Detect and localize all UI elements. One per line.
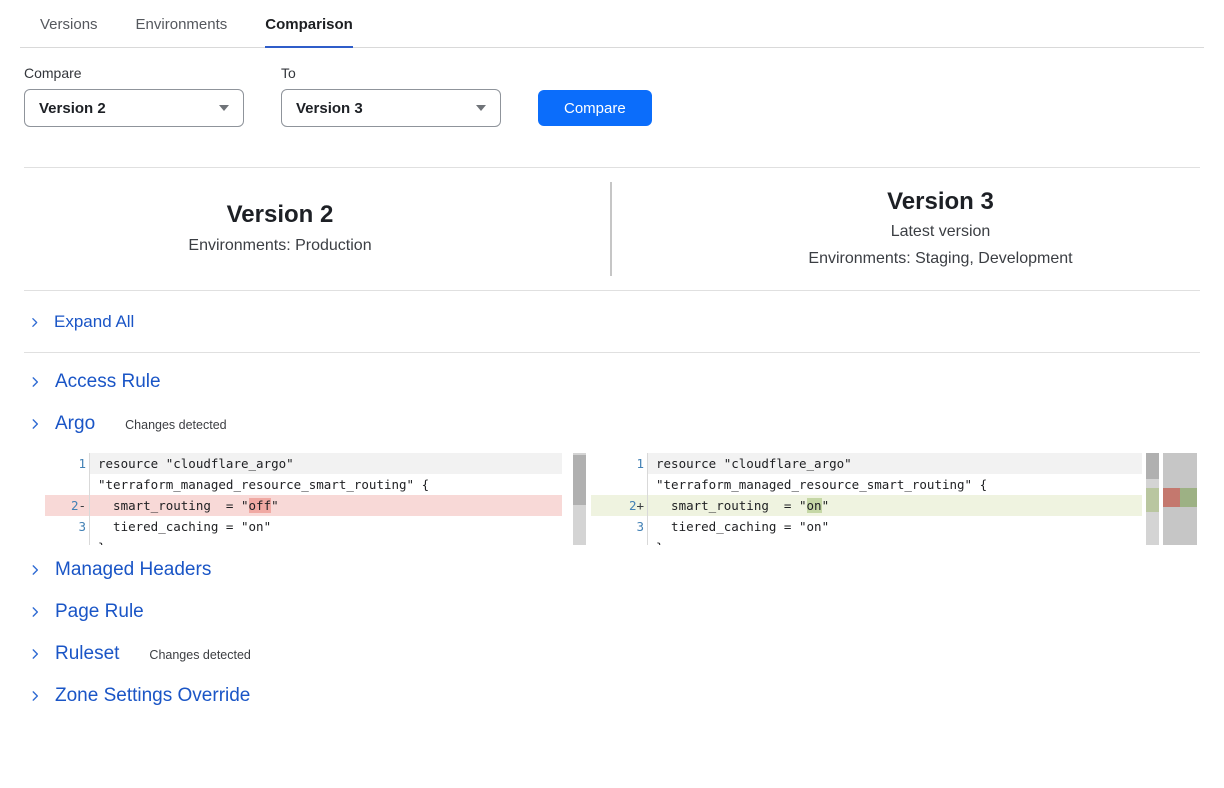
changes-detected-badge: Changes detected: [125, 418, 226, 432]
diff-code-left: 1 resource "cloudflare_argo" "terraform_…: [45, 453, 562, 545]
section-title: Argo: [55, 413, 95, 435]
scrollbar-change-highlight: [1146, 488, 1159, 512]
section-title: Access Rule: [55, 371, 161, 393]
left-version-environments: Environments: Production: [0, 232, 560, 259]
caret-down-icon: [219, 105, 229, 111]
section-argo[interactable]: Argo Changes detected: [24, 403, 1200, 445]
diff-line: }: [45, 537, 562, 545]
to-version-value: Version 3: [296, 100, 363, 117]
section-page-rule[interactable]: Page Rule: [24, 591, 1200, 633]
compare-version-select[interactable]: Version 2: [24, 89, 244, 127]
tab-versions[interactable]: Versions: [40, 16, 98, 48]
expand-all-button[interactable]: Expand All: [24, 291, 1200, 353]
compare-field: Compare Version 2: [24, 65, 244, 127]
argo-diff-viewer: 1 resource "cloudflare_argo" "terraform_…: [45, 453, 1197, 545]
scrollbar-thumb[interactable]: [1146, 453, 1159, 479]
section-title: Managed Headers: [55, 559, 211, 581]
right-version-environments: Environments: Staging, Development: [657, 245, 1224, 272]
compare-label: Compare: [24, 65, 244, 81]
section-zone-settings-override[interactable]: Zone Settings Override: [24, 675, 1200, 717]
tab-environments[interactable]: Environments: [136, 16, 228, 48]
diff-line: }: [591, 537, 1142, 545]
right-diff-scrollbar[interactable]: [1146, 453, 1159, 545]
diff-pane-right: 1 resource "cloudflare_argo" "terraform_…: [591, 453, 1197, 545]
to-label: To: [281, 65, 501, 81]
diff-line: "terraform_managed_resource_smart_routin…: [591, 474, 1142, 495]
section-title: Ruleset: [55, 643, 119, 665]
removed-marker: [1163, 488, 1180, 507]
chevron-right-icon: [28, 605, 42, 619]
left-diff-scrollbar[interactable]: [573, 453, 586, 545]
changes-detected-badge: Changes detected: [149, 648, 250, 662]
scrollbar-thumb[interactable]: [573, 455, 586, 505]
compare-version-value: Version 2: [39, 100, 106, 117]
caret-down-icon: [476, 105, 486, 111]
chevron-right-icon: [28, 316, 41, 329]
expand-all-label: Expand All: [54, 312, 134, 332]
diff-line: "terraform_managed_resource_smart_routin…: [45, 474, 562, 495]
chevron-right-icon: [28, 689, 42, 703]
diff-line: 3 tiered_caching = "on": [591, 516, 1142, 537]
section-ruleset[interactable]: Ruleset Changes detected: [24, 633, 1200, 675]
version-headers: Version 2 Environments: Production Versi…: [0, 168, 1224, 290]
version-header-right: Version 3 Latest version Environments: S…: [612, 168, 1224, 290]
diff-line: 1 resource "cloudflare_argo": [591, 453, 1142, 474]
chevron-right-icon: [28, 563, 42, 577]
chevron-right-icon: [28, 375, 42, 389]
to-field: To Version 3: [281, 65, 501, 127]
tab-comparison[interactable]: Comparison: [265, 16, 353, 48]
diff-pane-left: 1 resource "cloudflare_argo" "terraform_…: [45, 453, 586, 545]
added-marker: [1180, 488, 1197, 507]
left-version-title: Version 2: [0, 199, 560, 231]
diff-code-right: 1 resource "cloudflare_argo" "terraform_…: [591, 453, 1142, 545]
compare-button[interactable]: Compare: [538, 90, 652, 126]
compare-form: Compare Version 2 To Version 3 Compare: [24, 65, 1200, 127]
right-version-title: Version 3: [657, 186, 1224, 218]
to-version-select[interactable]: Version 3: [281, 89, 501, 127]
section-managed-headers[interactable]: Managed Headers: [24, 549, 1200, 591]
diff-line: 3 tiered_caching = "on": [45, 516, 562, 537]
section-title: Zone Settings Override: [55, 685, 250, 707]
diff-overview-ruler[interactable]: [1163, 453, 1197, 545]
version-header-left: Version 2 Environments: Production: [0, 168, 610, 290]
diff-line-added: 2+ smart_routing = "on": [591, 495, 1142, 516]
diff-line: 1 resource "cloudflare_argo": [45, 453, 562, 474]
section-title: Page Rule: [55, 601, 144, 623]
section-access-rule[interactable]: Access Rule: [24, 361, 1200, 403]
overview-change-marker: [1163, 488, 1197, 507]
chevron-right-icon: [28, 647, 42, 661]
chevron-right-icon: [28, 417, 42, 431]
tab-bar: Versions Environments Comparison: [20, 0, 1204, 48]
diff-line-removed: 2- smart_routing = "off": [45, 495, 562, 516]
right-version-subtitle: Latest version: [657, 218, 1224, 245]
resource-sections: Access Rule Argo Changes detected 1 reso…: [0, 353, 1224, 717]
